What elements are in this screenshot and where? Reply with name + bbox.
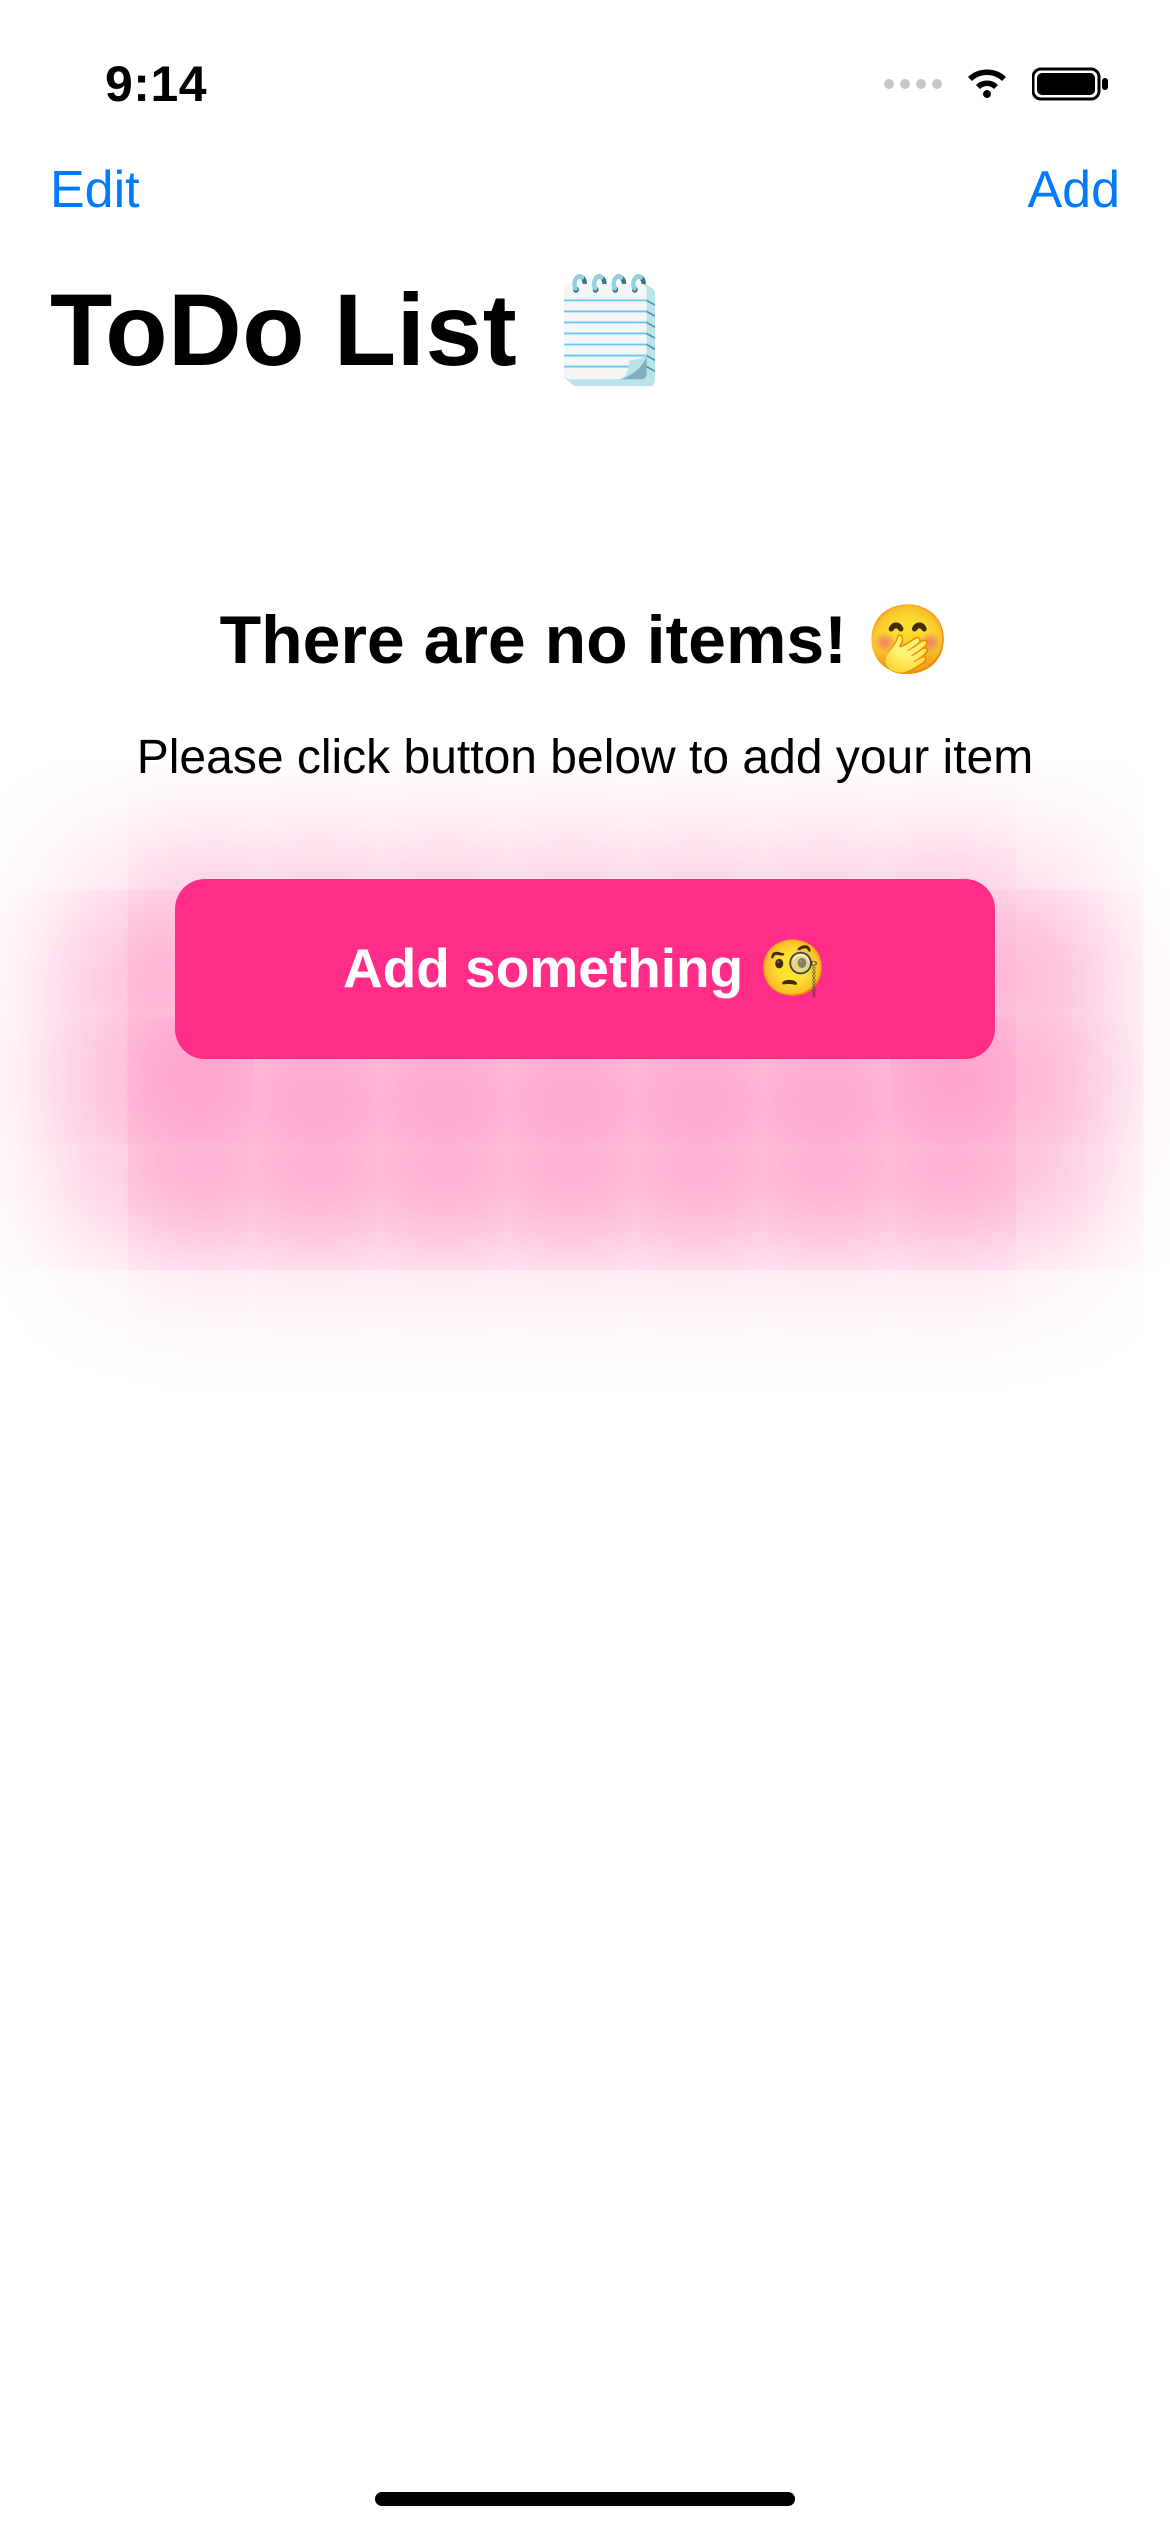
empty-subtext: Please click button below to add your it…	[80, 727, 1090, 789]
add-button[interactable]: Add	[1027, 160, 1120, 220]
empty-heading: There are no items! 🤭	[80, 600, 1090, 682]
home-indicator	[375, 2492, 795, 2506]
empty-state: There are no items! 🤭 Please click butto…	[0, 600, 1170, 789]
battery-icon	[1032, 65, 1110, 103]
wifi-icon	[962, 64, 1012, 104]
nav-bar: Edit Add	[0, 140, 1170, 220]
cellular-dots-icon	[884, 79, 942, 89]
status-time: 9:14	[105, 55, 207, 113]
edit-button[interactable]: Edit	[50, 160, 140, 220]
add-something-button[interactable]: Add something 🧐	[175, 879, 995, 1059]
cta-wrapper: Add something 🧐	[0, 879, 1170, 1059]
page-title: ToDo List 🗒️	[0, 220, 1170, 390]
status-indicators	[884, 64, 1110, 104]
status-bar: 9:14	[0, 0, 1170, 140]
